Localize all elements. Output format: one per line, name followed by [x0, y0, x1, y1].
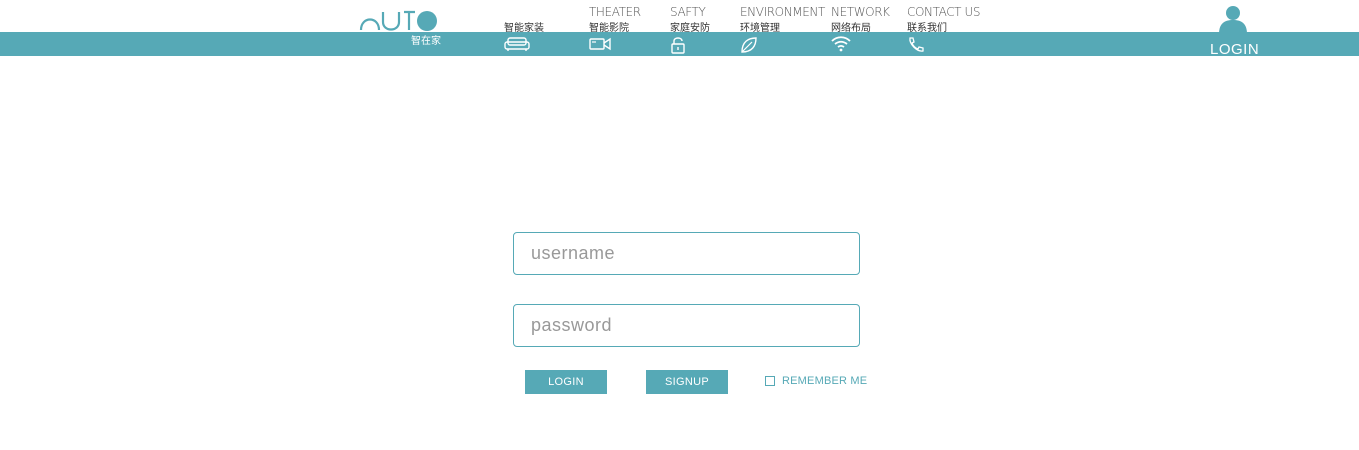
nav-label-cn: 联系我们	[907, 23, 947, 34]
brand-subtitle: 智在家	[411, 36, 441, 47]
header-login-button[interactable]: LOGIN	[1206, 4, 1262, 58]
nav-label-en: CONTACT US	[907, 5, 981, 19]
remember-me-label: REMEMBER ME	[782, 375, 868, 387]
wifi-icon	[831, 36, 851, 52]
nav-item-environment[interactable]: ENVIRONMENT 环境管理	[740, 0, 825, 56]
nav-label-cn: 家庭安防	[670, 23, 710, 34]
nav-label-en: SAFTY	[670, 5, 706, 19]
sofa-icon	[504, 37, 530, 51]
phone-icon	[909, 37, 924, 52]
header-login-label: LOGIN	[1210, 41, 1260, 58]
login-button[interactable]: LOGIN	[525, 370, 607, 394]
brand-logo[interactable]: 智在家	[359, 8, 449, 48]
leaf-icon	[741, 37, 757, 53]
nav-item-smart-decor[interactable]: 智能家装	[504, 0, 564, 56]
nav-label-cn: 网络布局	[831, 23, 871, 34]
nav-label-en: NETWORK	[831, 5, 890, 19]
auto-logo-icon	[359, 10, 437, 31]
nav-item-theater[interactable]: THEATER 智能影院	[589, 0, 649, 56]
user-icon	[1219, 6, 1247, 34]
camera-icon	[589, 37, 611, 51]
nav-label-cn: 智能影院	[589, 23, 629, 34]
nav-label-en: THEATER	[589, 5, 641, 19]
nav-item-safety[interactable]: SAFTY 家庭安防	[670, 0, 730, 56]
password-input[interactable]	[513, 304, 860, 347]
nav-label-en: ENVIRONMENT	[740, 5, 825, 19]
nav-label-cn: 环境管理	[740, 23, 780, 34]
lock-icon	[671, 37, 685, 54]
nav-label-cn: 智能家装	[504, 23, 544, 34]
checkbox-box[interactable]	[765, 376, 775, 386]
username-input[interactable]	[513, 232, 860, 275]
nav-item-network[interactable]: NETWORK 网络布局	[831, 0, 891, 56]
signup-button[interactable]: SIGNUP	[646, 370, 728, 394]
nav-item-contact[interactable]: CONTACT US 联系我们	[907, 0, 982, 56]
